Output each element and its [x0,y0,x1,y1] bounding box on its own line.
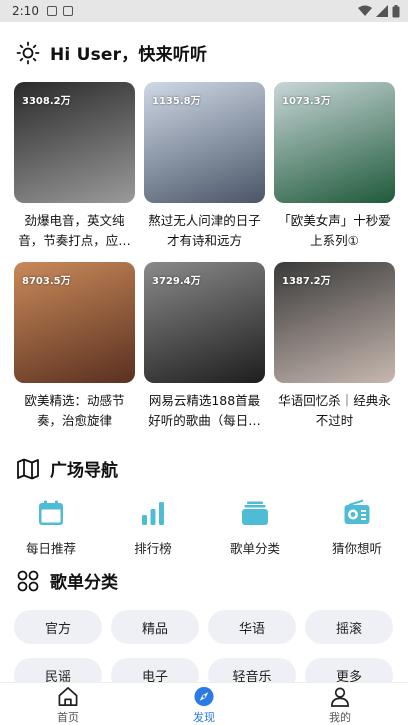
bottom-tab-bar: 首页 发现 我的 [0,682,408,725]
category-section-title: 歌单分类 [50,573,118,593]
nav-item-guess[interactable]: 猜你想听 [306,498,408,557]
category-section-header: 歌单分类 [16,568,118,593]
home-icon [58,687,78,706]
play-count: 8703.5万 [22,276,71,287]
playlist-title: 「欧美女声」十秒爱上系列① [278,213,391,248]
playlist-card[interactable]: 3308.2万 劲爆电音，英文纯音，节奏打点，应… [14,82,135,252]
tab-label: 我的 [329,711,351,724]
play-count: 1135.8万 [152,96,201,107]
chip-chinese[interactable]: 华语 [208,610,296,644]
grid-icon [17,570,39,591]
tab-home[interactable]: 首页 [0,683,136,725]
radio-icon [342,498,372,528]
map-icon [17,458,39,479]
nav-row: 每日推荐 排行榜 歌单分类 猜你想听 [0,498,408,557]
play-count: 1073.3万 [282,96,331,107]
nav-item-daily[interactable]: 每日推荐 [0,498,102,557]
app-notification-icon [62,6,73,16]
chip-rock[interactable]: 摇滚 [305,610,393,644]
playlist-cover[interactable]: 8703.5万 [14,262,135,383]
playlist-cover[interactable]: 3308.2万 [14,82,135,203]
playlist-cover[interactable]: 3729.4万 [144,262,265,383]
nav-item-label: 歌单分类 [229,541,280,556]
bar-chart-icon [138,498,168,528]
stack-icon [240,498,270,528]
play-count: 1387.2万 [282,276,331,287]
tab-mine[interactable]: 我的 [272,683,408,725]
status-time: 2:10 [12,4,39,18]
playlist-card[interactable]: 1135.8万 熬过无人问津的日子才有诗和远方 [144,82,265,252]
calendar-icon [36,498,66,528]
chip-premium[interactable]: 精品 [111,610,199,644]
chip-official[interactable]: 官方 [14,610,102,644]
play-count: 3729.4万 [152,276,201,287]
tab-discover[interactable]: 发现 [136,683,272,725]
nav-item-categories[interactable]: 歌单分类 [204,498,306,557]
nav-section-header: 广场导航 [16,456,118,481]
playlist-title: 华语回忆杀｜经典永不过时 [278,393,391,428]
playlist-grid-row-1: 3308.2万 劲爆电音，英文纯音，节奏打点，应… 1135.8万 熬过无人问津… [14,82,395,252]
status-icons [358,4,400,18]
status-bar: 2:10 [0,0,408,22]
tab-label: 发现 [193,711,215,724]
playlist-card[interactable]: 8703.5万 欧美精选：动感节奏，治愈旋律 [14,262,135,432]
playlist-cover[interactable]: 1073.3万 [274,82,395,203]
user-icon [331,687,349,707]
playlist-title: 网易云精选188首最好听的歌曲（每日… [148,393,261,428]
sun-icon [16,41,40,64]
nav-item-label: 排行榜 [134,541,172,556]
playlist-cover[interactable]: 1135.8万 [144,82,265,203]
playlist-title: 欧美精选：动感节奏，治愈旋律 [24,393,125,428]
nav-section-title: 广场导航 [50,461,118,481]
nav-item-charts[interactable]: 排行榜 [102,498,204,557]
signal-icon [376,5,388,17]
nav-item-label: 每日推荐 [25,541,76,556]
category-chips: 官方 精品 华语 摇滚 民谣 电子 轻音乐 更多 [14,610,394,692]
playlist-grid-row-2: 8703.5万 欧美精选：动感节奏，治愈旋律 3729.4万 网易云精选188首… [14,262,395,432]
playlist-title: 熬过无人问津的日子才有诗和远方 [148,213,261,248]
notification-icon [46,6,57,16]
play-count: 3308.2万 [22,96,71,107]
wifi-icon [358,5,372,16]
discover-icon [194,686,214,707]
playlist-card[interactable]: 1073.3万 「欧美女声」十秒爱上系列① [274,82,395,252]
playlist-title: 劲爆电音，英文纯音，节奏打点，应… [18,213,131,248]
nav-item-label: 猜你想听 [331,541,382,556]
playlist-card[interactable]: 3729.4万 网易云精选188首最好听的歌曲（每日… [144,262,265,432]
greeting-header: Hi User，快来听听 [16,40,207,65]
playlist-card[interactable]: 1387.2万 华语回忆杀｜经典永不过时 [274,262,395,432]
playlist-cover[interactable]: 1387.2万 [274,262,395,383]
tab-label: 首页 [57,711,79,724]
battery-icon [392,4,400,17]
greeting-title: Hi User，快来听听 [50,45,208,65]
